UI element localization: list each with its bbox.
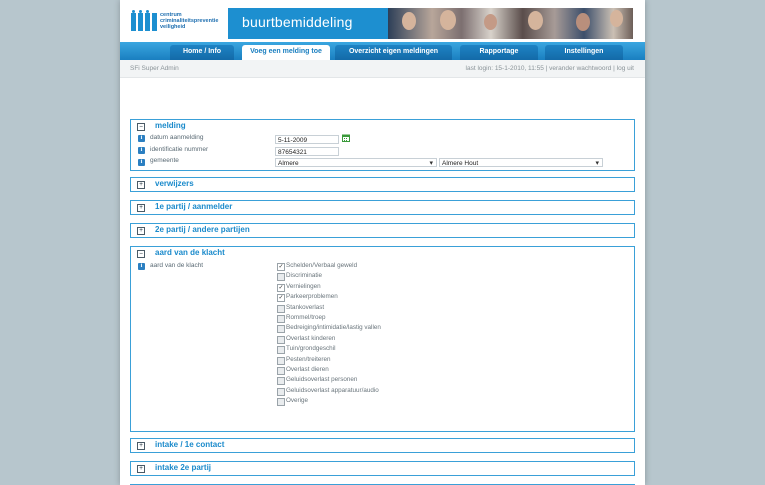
page: centrum criminaliteitspreventie veilighe… <box>120 0 645 485</box>
expand-icon[interactable]: + <box>137 204 145 212</box>
info-icon[interactable]: i <box>138 263 145 270</box>
section-title: melding <box>155 121 186 130</box>
section-2e-partij[interactable]: + 2e partij / andere partijen <box>130 223 635 238</box>
section-title: 2e partij / andere partijen <box>155 225 250 234</box>
checkbox-label: Parkeerproblemen <box>286 293 338 301</box>
expand-icon[interactable]: + <box>137 465 145 473</box>
section-melding: − melding i datum aanmelding 5-11-2009 i… <box>130 119 635 171</box>
checkbox[interactable] <box>277 273 285 282</box>
checkbox-label: Overlast kinderen <box>286 334 336 342</box>
checkbox[interactable]: ✓ <box>277 294 285 303</box>
info-icon[interactable]: i <box>138 135 145 142</box>
expand-icon[interactable]: + <box>137 442 145 450</box>
field-label: aard van de klacht <box>150 262 204 269</box>
current-user: SFi Super Admin <box>130 65 179 72</box>
checkbox[interactable] <box>277 367 285 375</box>
logo-mark-icon <box>131 10 157 31</box>
checkbox-label: Discriminatie <box>286 272 323 280</box>
checkbox[interactable] <box>277 315 285 323</box>
collapse-icon[interactable]: − <box>137 123 145 131</box>
last-login: last login: 15-1-2010, 11:55 | <box>465 65 548 72</box>
calendar-icon[interactable] <box>342 134 350 142</box>
checkbox[interactable] <box>277 304 285 313</box>
tab-voeg-melding-toe[interactable]: Voeg een melding toe <box>242 45 330 60</box>
checkbox[interactable] <box>277 346 285 355</box>
logo[interactable]: centrum criminaliteitspreventie veilighe… <box>130 8 230 36</box>
section-1e-partij[interactable]: + 1e partij / aanmelder <box>130 200 635 215</box>
section-title: aard van de klacht <box>155 248 225 257</box>
section-aard-klacht: − aard van de klacht i aard van de klach… <box>130 246 635 432</box>
checkbox-label: Geluidsoverlast personen <box>286 376 358 384</box>
checkbox[interactable] <box>277 377 285 386</box>
checkbox-label: Bedreiging/intimidatie/lastig vallen <box>286 324 381 332</box>
info-icon[interactable]: i <box>138 147 145 154</box>
expand-icon[interactable]: + <box>137 227 145 235</box>
header: centrum criminaliteitspreventie veilighe… <box>120 0 645 42</box>
checkbox-label: Overlast dieren <box>286 366 329 373</box>
field-label: datum aanmelding <box>150 134 204 141</box>
section-intake-1e-contact[interactable]: + intake / 1e contact <box>130 438 635 453</box>
banner-photo <box>388 8 633 39</box>
section-title: intake / 1e contact <box>155 440 225 449</box>
checkbox-label: Geluidsoverlast apparatuur/audio <box>286 386 379 394</box>
section-verwijzers[interactable]: + verwijzers <box>130 177 635 192</box>
checkbox[interactable]: ✓ <box>277 283 285 292</box>
field-label: gemeente <box>150 157 179 164</box>
checkbox[interactable] <box>277 398 285 407</box>
section-header[interactable]: − melding <box>131 120 634 133</box>
banner-title: buurtbemiddeling <box>242 14 353 30</box>
checkbox[interactable] <box>277 356 285 365</box>
checkbox-label: Tuin/grondgeschil <box>286 345 336 353</box>
section-intake-2e-partij[interactable]: + intake 2e partij <box>130 461 635 476</box>
info-icon[interactable]: i <box>138 159 145 166</box>
checkbox[interactable] <box>277 387 285 396</box>
field-label: identificatie nummer <box>150 146 209 153</box>
wijk-select[interactable]: Almere Hout <box>439 158 603 168</box>
checkbox[interactable] <box>277 335 285 344</box>
checkbox-label: Vernielingen <box>286 282 321 290</box>
main-nav: Home / Info Voeg een melding toe Overzic… <box>120 42 645 60</box>
expand-icon[interactable]: + <box>137 181 145 189</box>
logout-link[interactable]: log uit <box>617 65 634 72</box>
session-info: last login: 15-1-2010, 11:55 | verander … <box>466 65 634 72</box>
checkbox[interactable] <box>277 325 285 334</box>
checkbox[interactable]: ✓ <box>277 263 285 271</box>
checkbox-label: Pesten/treiteren <box>286 355 331 363</box>
section-title: verwijzers <box>155 179 194 188</box>
checkbox-label: Rommel/troep <box>286 314 326 321</box>
change-password-link[interactable]: verander wachtwoord <box>549 65 611 72</box>
separator: | <box>613 65 615 72</box>
status-bar: SFi Super Admin last login: 15-1-2010, 1… <box>120 60 645 78</box>
date-input[interactable]: 5-11-2009 <box>275 135 339 144</box>
tab-rapportage[interactable]: Rapportage <box>460 45 538 60</box>
checkbox-label: Stankoverlast <box>286 303 325 311</box>
id-number-input[interactable]: 87654321 <box>275 147 339 156</box>
banner: buurtbemiddeling <box>228 8 633 39</box>
tab-instellingen[interactable]: Instellingen <box>545 45 623 60</box>
checkbox-label: Schelden/Verbaal geweld <box>286 262 358 269</box>
collapse-icon[interactable]: − <box>137 250 145 258</box>
gemeente-select[interactable]: Almere <box>275 158 437 168</box>
logo-line: veiligheid <box>160 24 186 30</box>
tab-home-info[interactable]: Home / Info <box>170 45 234 60</box>
tab-overzicht-meldingen[interactable]: Overzicht eigen meldingen <box>335 45 452 60</box>
section-title: 1e partij / aanmelder <box>155 202 233 211</box>
section-header[interactable]: − aard van de klacht <box>131 247 634 260</box>
section-title: intake 2e partij <box>155 463 212 472</box>
checkbox-label: Overige <box>286 397 309 405</box>
logo-text: centrum criminaliteitspreventie veilighe… <box>160 12 230 30</box>
